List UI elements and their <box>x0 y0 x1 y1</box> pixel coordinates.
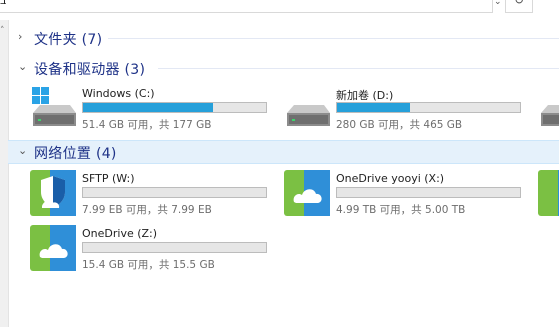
network-onedrive-yooyi[interactable]: OneDrive yooyi (X:) 4.99 TB 可用，共 5.00 TB <box>284 170 534 220</box>
network-onedrive-z[interactable]: OneDrive (Z:) 15.4 GB 可用，共 15.5 GB <box>30 225 280 275</box>
group-title-devices: 设备和驱动器 (3) <box>34 62 146 78</box>
drive-partial[interactable] <box>538 85 559 135</box>
drive-d[interactable]: 新加卷 (D:) 280 GB 可用，共 465 GB <box>284 85 534 135</box>
hard-drive-icon <box>284 85 330 131</box>
location-name: SFTP (W:) <box>82 172 135 185</box>
network-sftp[interactable]: SFTP (W:) 7.99 EB 可用，共 7.99 EB <box>30 170 280 220</box>
refresh-button[interactable]: ↻ <box>505 0 533 13</box>
hard-drive-icon <box>538 85 559 131</box>
capacity-bar <box>336 102 521 113</box>
group-divider <box>108 38 559 39</box>
location-space: 15.4 GB 可用，共 15.5 GB <box>82 259 215 271</box>
windows-drive-icon <box>30 85 76 131</box>
address-text: ב <box>0 0 7 7</box>
location-space: 4.99 TB 可用，共 5.00 TB <box>336 204 466 216</box>
drive-space: 51.4 GB 可用，共 177 GB <box>82 119 212 131</box>
location-name: OneDrive (Z:) <box>82 227 158 240</box>
scroll-up-icon[interactable]: ˄ <box>0 26 5 36</box>
drive-c[interactable]: Windows (C:) 51.4 GB 可用，共 177 GB <box>30 85 280 135</box>
shield-drive-icon <box>30 170 76 216</box>
group-title-folders: 文件夹 (7) <box>34 32 103 48</box>
drive-name: 新加卷 (D:) <box>336 89 394 102</box>
capacity-bar <box>82 242 267 253</box>
group-divider <box>158 68 559 69</box>
network-partial[interactable] <box>538 170 559 220</box>
chevron-down-icon[interactable]: ⌄ <box>494 0 502 7</box>
capacity-bar <box>82 187 267 198</box>
drive-space: 280 GB 可用，共 465 GB <box>336 119 463 131</box>
group-network[interactable]: ⌄ 网络位置 (4) <box>8 140 559 164</box>
chevron-down-icon[interactable]: ⌄ <box>18 60 27 73</box>
chevron-down-icon[interactable]: ⌄ <box>18 144 27 157</box>
group-devices[interactable]: ⌄ 设备和驱动器 (3) <box>8 57 559 79</box>
refresh-icon: ↻ <box>514 0 525 7</box>
chevron-right-icon[interactable]: › <box>18 30 22 43</box>
address-bar[interactable] <box>0 0 493 13</box>
group-folders[interactable]: › 文件夹 (7) <box>8 27 559 49</box>
location-name: OneDrive yooyi (X:) <box>336 172 445 185</box>
cloud-drive-icon <box>30 225 76 271</box>
location-space: 7.99 EB 可用，共 7.99 EB <box>82 204 212 216</box>
address-bar-area: ב ⌄ ↻ <box>0 0 559 14</box>
drive-name: Windows (C:) <box>82 87 155 100</box>
cloud-drive-icon <box>284 170 330 216</box>
group-title-network: 网络位置 (4) <box>34 146 117 162</box>
cloud-drive-icon <box>538 170 559 216</box>
capacity-bar <box>336 187 521 198</box>
capacity-bar <box>82 102 267 113</box>
